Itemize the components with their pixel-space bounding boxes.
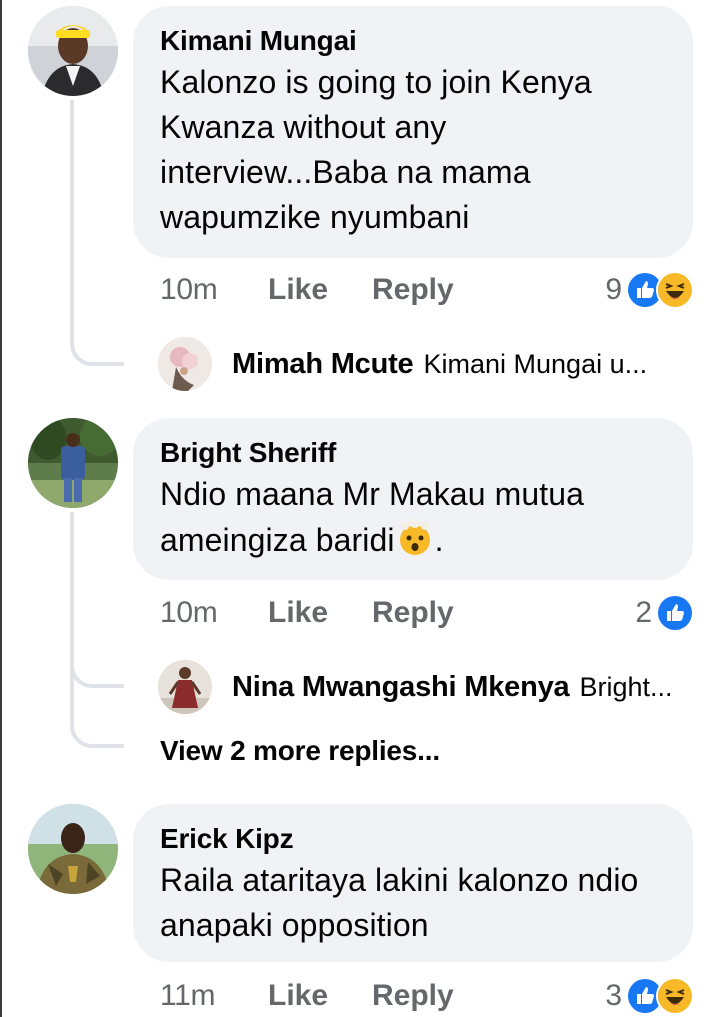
comment-author[interactable]: Bright Sheriff (160, 436, 665, 470)
like-button[interactable]: Like (268, 273, 372, 307)
like-icon (656, 594, 694, 632)
reply-button[interactable]: Reply (372, 979, 454, 1013)
comment-text: Kalonzo is going to join Kenya Kwanza wi… (160, 64, 592, 235)
reaction-count: 2 (635, 596, 652, 629)
reply-author[interactable]: Nina Mwangashi Mkenya (232, 671, 570, 704)
comment-text-body: Ndio maana Mr Makau mutua ameingiza bari… (160, 476, 585, 558)
reaction-summary[interactable]: 3 (605, 976, 694, 1016)
exploding-head-emoji (395, 517, 435, 557)
comment-bubble[interactable]: Bright Sheriff Ndio maana Mr Makau mutua… (133, 418, 693, 580)
like-button[interactable]: Like (268, 596, 372, 630)
comment-actions: 11m Like Reply (160, 976, 454, 1016)
reply-preview-nina-mwangashi-mkenya[interactable]: Nina Mwangashi Mkenya Bright... (158, 659, 698, 715)
comment-author[interactable]: Kimani Mungai (160, 24, 665, 58)
reaction-count: 3 (605, 979, 622, 1012)
reaction-summary[interactable]: 2 (635, 593, 694, 633)
comment-timestamp[interactable]: 11m (160, 979, 268, 1013)
avatar-erick-kipz[interactable] (28, 804, 118, 894)
reply-preview-mimah-mcute[interactable]: Mimah Mcute Kimani Mungai u... (158, 336, 698, 392)
comment-author[interactable]: Erick Kipz (160, 822, 665, 856)
window-edge (0, 0, 2, 1017)
reaction-count: 9 (605, 273, 622, 306)
comment-timestamp[interactable]: 10m (160, 596, 268, 630)
reply-snippet: Kimani Mungai u... (423, 348, 648, 379)
reply-snippet: Bright... (579, 671, 673, 702)
reply-button[interactable]: Reply (372, 273, 454, 307)
haha-icon (656, 977, 694, 1015)
thread-line (70, 100, 124, 366)
avatar-kimani-mungai[interactable] (28, 6, 118, 96)
reply-author[interactable]: Mimah Mcute (232, 348, 414, 381)
avatar-mimah-mcute[interactable] (158, 337, 212, 391)
thread-line (70, 512, 124, 748)
haha-icon (656, 271, 694, 309)
reply-button[interactable]: Reply (372, 596, 454, 630)
like-button[interactable]: Like (268, 979, 372, 1013)
comment-actions: 10m Like Reply (160, 593, 454, 633)
comment-text: Ndio maana Mr Makau mutua ameingiza bari… (160, 472, 665, 563)
comment-bubble[interactable]: Kimani Mungai Kalonzo is going to join K… (133, 6, 693, 258)
comment-text: Raila ataritaya lakini kalonzo ndio anap… (160, 862, 639, 943)
comment-timestamp[interactable]: 10m (160, 273, 268, 307)
comment-text-suffix: . (434, 522, 444, 558)
avatar-nina-mwangashi-mkenya[interactable] (158, 660, 212, 714)
view-more-replies-link[interactable]: View 2 more replies... (160, 731, 440, 771)
avatar-bright-sheriff[interactable] (28, 418, 118, 508)
comment-actions: 10m Like Reply (160, 270, 454, 310)
comment-bubble[interactable]: Erick Kipz Raila ataritaya lakini kalonz… (133, 804, 693, 962)
reaction-summary[interactable]: 9 (605, 270, 694, 310)
